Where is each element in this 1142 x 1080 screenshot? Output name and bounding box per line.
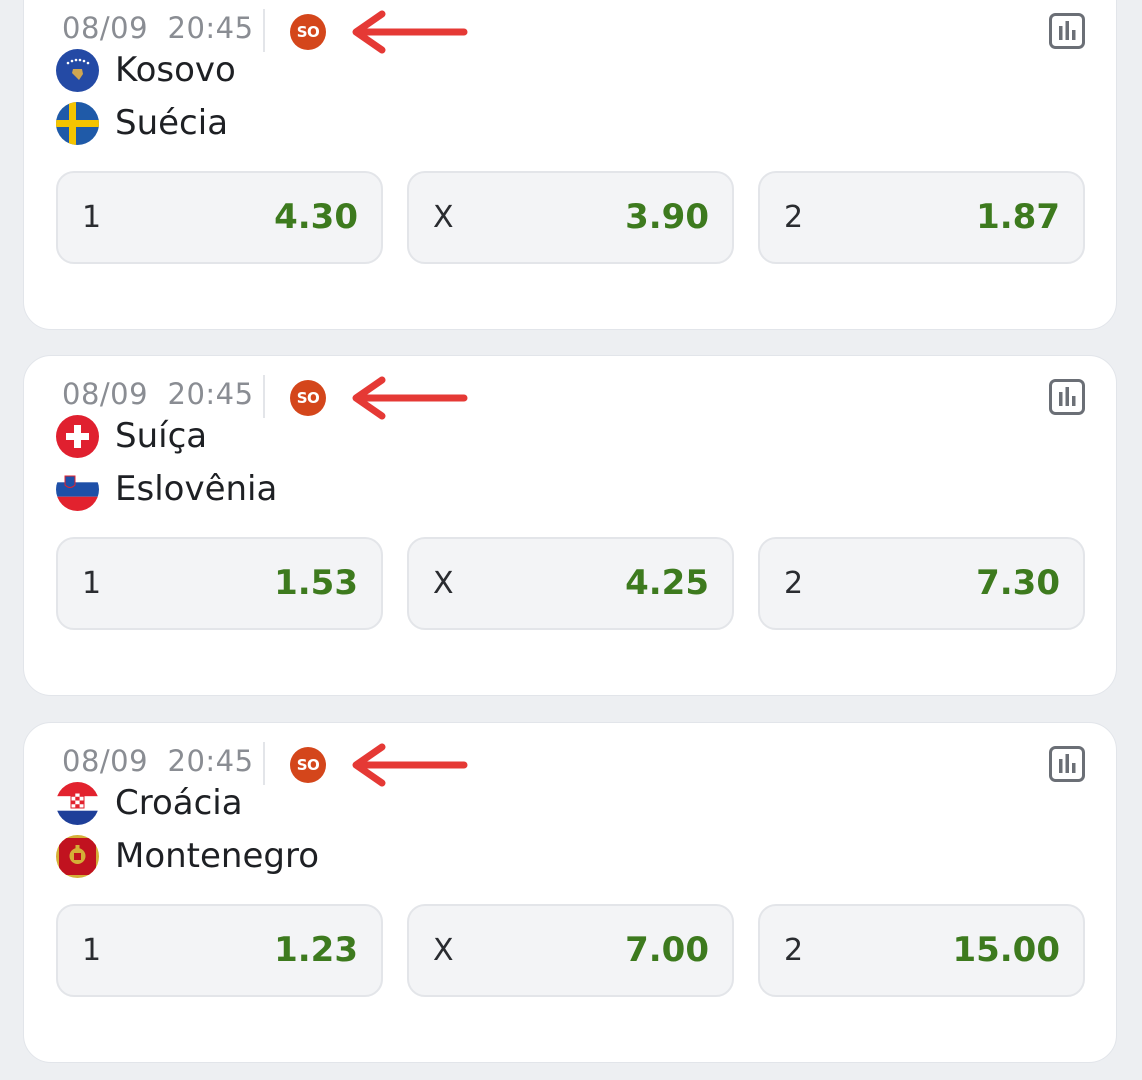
divider	[263, 375, 265, 418]
odd-value: 15.00	[952, 930, 1060, 970]
odd-value: 1.53	[274, 563, 358, 603]
switzerland-flag	[56, 414, 99, 458]
home-team: Croácia	[56, 781, 243, 825]
team-name: Croácia	[115, 783, 243, 823]
home-team: Kosovo	[56, 48, 236, 92]
odd-label: X	[433, 200, 454, 235]
left-arrow-icon	[352, 743, 468, 787]
odd-button-draw[interactable]: X 4.25	[407, 537, 734, 630]
so-badge: SO	[290, 14, 326, 50]
left-arrow-icon	[352, 376, 468, 420]
odd-button-draw[interactable]: X 3.90	[407, 171, 734, 264]
odd-label: 1	[82, 566, 102, 601]
odd-value: 4.25	[625, 563, 709, 603]
match-datetime: 08/09 20:45	[62, 377, 254, 411]
odd-value: 3.90	[625, 197, 709, 237]
bar-chart-icon[interactable]	[1048, 12, 1086, 50]
divider	[263, 9, 265, 52]
team-name: Suíça	[115, 416, 208, 456]
team-name: Kosovo	[115, 50, 236, 90]
team-name: Montenegro	[115, 836, 320, 876]
divider	[263, 742, 265, 785]
match-card[interactable]: 08/09 20:45 SO Kosovo Suécia 1 4.30 X 3.…	[23, 0, 1117, 330]
slovenia-flag	[56, 467, 99, 511]
odd-button-draw[interactable]: X 7.00	[407, 904, 734, 997]
sweden-flag	[56, 101, 99, 145]
match-card[interactable]: 08/09 20:45 SO Suíça Eslovênia 1 1.53 X …	[23, 355, 1117, 696]
odd-label: 2	[784, 200, 804, 235]
home-team: Suíça	[56, 414, 207, 458]
match-card[interactable]: 08/09 20:45 SO Croácia Montenegro 1 1.23…	[23, 722, 1117, 1063]
odd-value: 1.87	[976, 197, 1060, 237]
odd-button-away[interactable]: 2 7.30	[758, 537, 1085, 630]
away-team: Eslovênia	[56, 467, 277, 511]
so-badge: SO	[290, 380, 326, 416]
bar-chart-icon[interactable]	[1048, 378, 1086, 416]
odd-button-away[interactable]: 2 1.87	[758, 171, 1085, 264]
montenegro-flag	[56, 834, 99, 878]
kosovo-flag	[56, 48, 99, 92]
odd-label: 2	[784, 933, 804, 968]
match-datetime: 08/09 20:45	[62, 744, 254, 778]
odd-button-away[interactable]: 2 15.00	[758, 904, 1085, 997]
odd-label: 1	[82, 933, 102, 968]
odd-button-home[interactable]: 1 4.30	[56, 171, 383, 264]
odd-value: 7.30	[976, 563, 1060, 603]
team-name: Eslovênia	[115, 469, 278, 509]
odd-value: 7.00	[625, 930, 709, 970]
bar-chart-icon[interactable]	[1048, 745, 1086, 783]
team-name: Suécia	[115, 103, 229, 143]
odd-label: X	[433, 566, 454, 601]
odd-value: 1.23	[274, 930, 358, 970]
away-team: Suécia	[56, 101, 228, 145]
odd-label: 1	[82, 200, 102, 235]
odd-value: 4.30	[274, 197, 358, 237]
croatia-flag	[56, 781, 99, 825]
match-datetime: 08/09 20:45	[62, 11, 254, 45]
odd-label: 2	[784, 566, 804, 601]
odd-button-home[interactable]: 1 1.53	[56, 537, 383, 630]
away-team: Montenegro	[56, 834, 319, 878]
so-badge: SO	[290, 747, 326, 783]
odd-button-home[interactable]: 1 1.23	[56, 904, 383, 997]
left-arrow-icon	[352, 10, 468, 54]
odd-label: X	[433, 933, 454, 968]
